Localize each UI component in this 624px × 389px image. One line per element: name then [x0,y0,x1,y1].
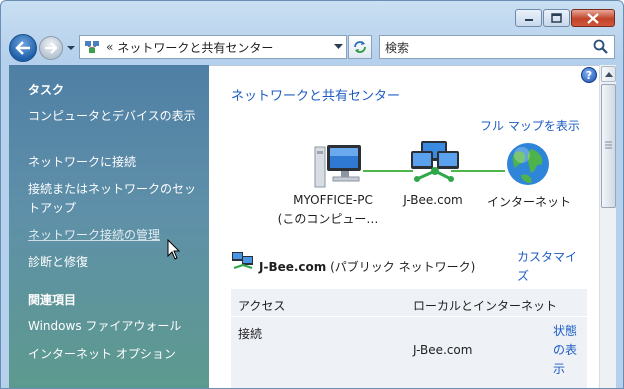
address-bar[interactable]: « ネットワークと共有センター [79,35,347,59]
refresh-icon [354,41,366,53]
sidebar-item-setup-connection[interactable]: 接続またはネットワークのセットアップ [28,180,198,218]
search-box[interactable]: 検索 [379,35,615,59]
back-button[interactable] [9,34,37,62]
forward-button[interactable] [39,36,63,60]
address-dropdown-button[interactable] [330,36,346,58]
search-input[interactable]: 検索 [380,39,591,56]
network-small-icon [232,252,253,270]
caption-buttons [515,9,615,27]
close-button[interactable] [571,9,615,27]
explorer-window: « ネットワークと共有センター 検索 タスク コンピュータとデバイスの表示 ネッ… [0,0,624,389]
scroll-thumb[interactable] [601,84,616,208]
sidebar-item-internet-options[interactable]: インターネット オプション [28,345,198,364]
refresh-button[interactable] [348,35,372,59]
grip-icon [605,141,612,149]
details-divider [231,316,587,317]
network-center-icon [85,41,99,53]
view-status-link[interactable]: 状態の表示 [553,322,583,379]
network-name: J-Bee.com (パブリック ネットワーク) [259,258,475,275]
address-separator: « [106,40,114,54]
help-icon[interactable]: ? [581,67,597,83]
close-icon [587,12,599,24]
connection-value: J-Bee.com [413,343,473,357]
computer-note-label: (このコンピュー… [277,212,379,226]
customize-link[interactable]: カスタマイズ [517,248,579,286]
maximize-icon [551,13,562,23]
related-heading: 関連項目 [28,293,77,307]
full-map-link[interactable]: フル マップを表示 [480,117,580,134]
chevron-down-icon [333,44,343,49]
minimize-button[interactable] [515,9,542,27]
recent-pages-dropdown-icon[interactable] [66,43,76,53]
back-arrow-icon [15,41,30,55]
access-label: アクセス [238,299,286,313]
network-icon[interactable] [407,139,461,191]
computer-icon[interactable] [313,141,365,193]
connection-label: 接続 [238,327,263,341]
network-name-text: J-Bee.com [259,260,327,274]
page-title: ネットワークと共有センター [231,89,401,104]
network-label: J-Bee.com [403,193,463,207]
vertical-scrollbar[interactable] [599,65,616,388]
computer-name-label: MYOFFICE-PC [293,193,373,207]
sidebar-item-firewall[interactable]: Windows ファイアウォール [28,317,198,336]
mouse-cursor-icon [167,239,181,260]
tasks-heading: タスク [28,83,65,97]
forward-arrow-icon [45,42,58,54]
maximize-button[interactable] [543,9,570,27]
sidebar-item-connect-network[interactable]: ネットワークに接続 [28,153,198,172]
scroll-up-icon [604,71,613,77]
access-value: ローカルとインターネット [413,299,558,313]
internet-globe-icon[interactable] [505,141,551,187]
minimize-icon [524,19,533,21]
internet-label: インターネット [487,195,572,209]
scroll-up-button[interactable] [601,66,616,82]
search-icon[interactable] [591,37,611,57]
sidebar-item-view-computers[interactable]: コンピュータとデバイスの表示 [28,107,198,126]
address-path: ネットワークと共有センター [117,40,274,55]
network-type: (パブリック ネットワーク) [330,260,476,274]
